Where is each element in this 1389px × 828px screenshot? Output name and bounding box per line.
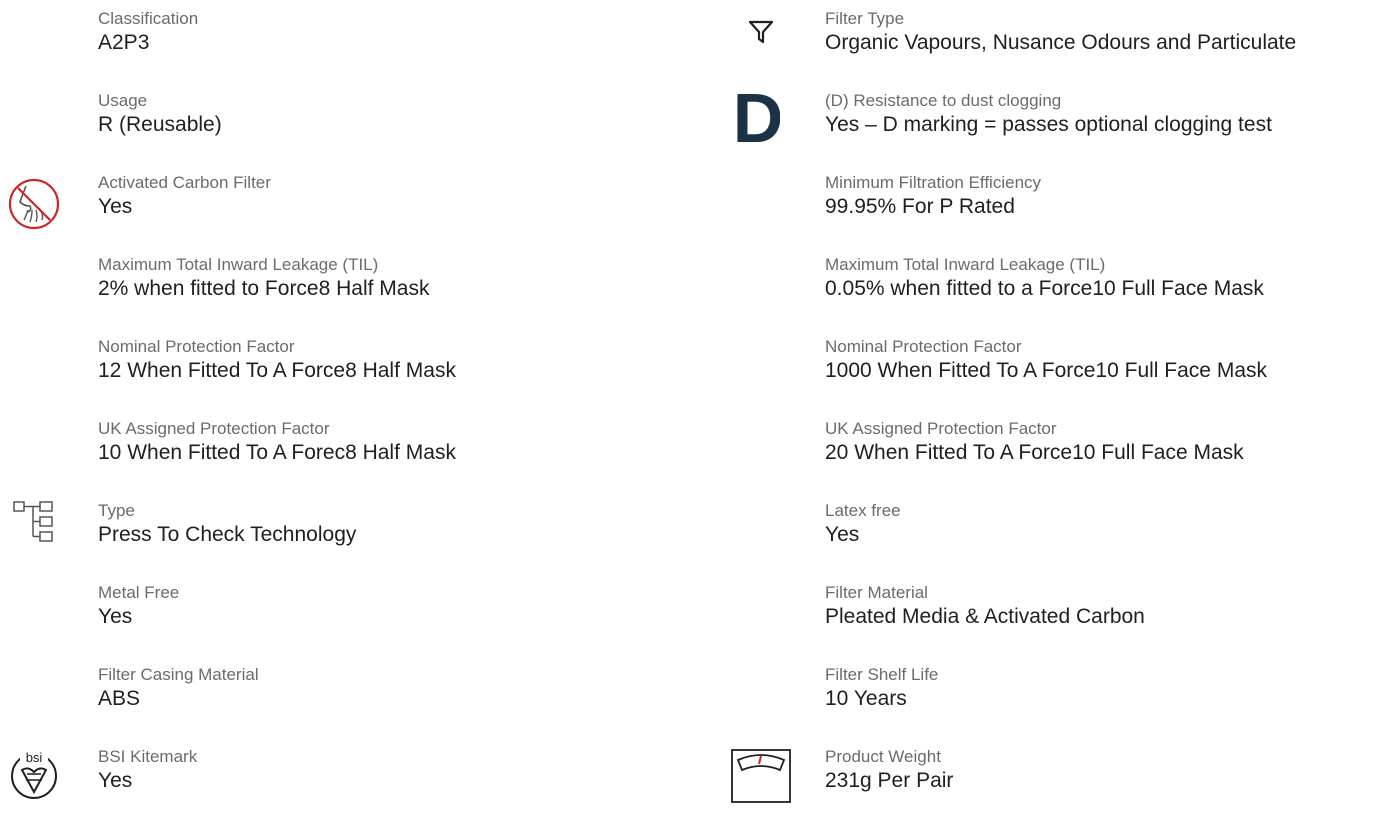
spec-filter-shelf-life: Filter Shelf Life 10 Years [730,664,1389,746]
spec-label: Type [98,501,135,520]
spec-value: Yes [98,605,133,628]
spec-min-filtration-efficiency: Minimum Filtration Efficiency 99.95% For… [730,172,1389,254]
weighing-scale-icon [730,748,800,808]
spec-label: Nominal Protection Factor [98,337,295,356]
hierarchy-icon [12,500,82,560]
spec-value: 2% when fitted to Force8 Half Mask [98,277,430,300]
spec-value: 10 Years [825,687,907,710]
spec-value: Organic Vapours, Nusance Odours and Part… [825,31,1297,54]
spec-label: Minimum Filtration Efficiency [825,173,1042,192]
funnel-icon [748,20,818,80]
spec-column-right: Filter Type Organic Vapours, Nusance Odo… [730,8,1389,828]
spec-value: 231g Per Pair [825,769,954,792]
spec-label: Filter Shelf Life [825,665,939,684]
spec-label: Filter Material [825,583,928,602]
spec-filter-casing-material: Filter Casing Material ABS [0,664,700,746]
spec-dust-clogging: D (D) Resistance to dust clogging Yes – … [730,82,1389,172]
spec-usage: Usage R (Reusable) [0,90,700,172]
spec-latex-free: Latex free Yes [730,500,1389,582]
spec-label: (D) Resistance to dust clogging [825,91,1062,110]
spec-value: 99.95% For P Rated [825,195,1015,218]
spec-label: Maximum Total Inward Leakage (TIL) [825,255,1106,274]
spec-value: 0.05% when fitted to a Force10 Full Face… [825,277,1264,300]
spec-filter-type: Filter Type Organic Vapours, Nusance Odo… [730,8,1389,90]
spec-activated-carbon-filter: Activated Carbon Filter Yes [0,172,700,254]
spec-til: Maximum Total Inward Leakage (TIL) 2% wh… [0,254,700,336]
spec-value: Pleated Media & Activated Carbon [825,605,1145,628]
spec-label: Metal Free [98,583,180,602]
spec-column-left: Classification A2P3 Usage R (Reusable) A… [0,8,700,828]
spec-label: Classification [98,9,199,28]
spec-value: 1000 When Fitted To A Force10 Full Face … [825,359,1267,382]
spec-label: Product Weight [825,747,941,766]
spec-til: Maximum Total Inward Leakage (TIL) 0.05%… [730,254,1389,336]
spec-product-weight: Product Weight 231g Per Pair [730,746,1389,828]
spec-uk-assigned-protection-factor: UK Assigned Protection Factor 10 When Fi… [0,418,700,500]
spec-uk-assigned-protection-factor: UK Assigned Protection Factor 20 When Fi… [730,418,1389,500]
spec-label: Filter Casing Material [98,665,259,684]
spec-label: UK Assigned Protection Factor [825,419,1057,438]
spec-value: 20 When Fitted To A Force10 Full Face Ma… [825,441,1244,464]
spec-value: ABS [98,687,141,710]
spec-label: BSI Kitemark [98,747,198,766]
spec-label: Filter Type [825,9,905,28]
spec-classification: Classification A2P3 [0,8,700,90]
d-marking-icon: D [736,82,806,146]
spec-nominal-protection-factor: Nominal Protection Factor 12 When Fitted… [0,336,700,418]
spec-value: A2P3 [98,31,150,54]
spec-nominal-protection-factor: Nominal Protection Factor 1000 When Fitt… [730,336,1389,418]
spec-value: 12 When Fitted To A Force8 Half Mask [98,359,456,382]
spec-value: R (Reusable) [98,113,222,136]
spec-bsi-kitemark: bsi BSI Kitemark Yes [0,746,700,828]
d-letter: D [736,82,780,146]
spec-label: Maximum Total Inward Leakage (TIL) [98,255,379,274]
spec-label: UK Assigned Protection Factor [98,419,330,438]
spec-label: Usage [98,91,148,110]
spec-value: Yes – D marking = passes optional cloggi… [825,113,1272,136]
bsi-text: bsi [26,750,43,765]
spec-value: 10 When Fitted To A Forec8 Half Mask [98,441,456,464]
spec-type: Type Press To Check Technology [0,500,700,582]
spec-value: Yes [825,523,860,546]
no-odour-icon [6,176,76,236]
bsi-kitemark-icon: bsi [6,746,76,806]
spec-metal-free: Metal Free Yes [0,582,700,664]
spec-value: Press To Check Technology [98,523,357,546]
spec-label: Latex free [825,501,901,520]
spec-value: Yes [98,195,133,218]
spec-label: Activated Carbon Filter [98,173,271,192]
spec-label: Nominal Protection Factor [825,337,1022,356]
spec-filter-material: Filter Material Pleated Media & Activate… [730,582,1389,664]
spec-value: Yes [98,769,133,792]
